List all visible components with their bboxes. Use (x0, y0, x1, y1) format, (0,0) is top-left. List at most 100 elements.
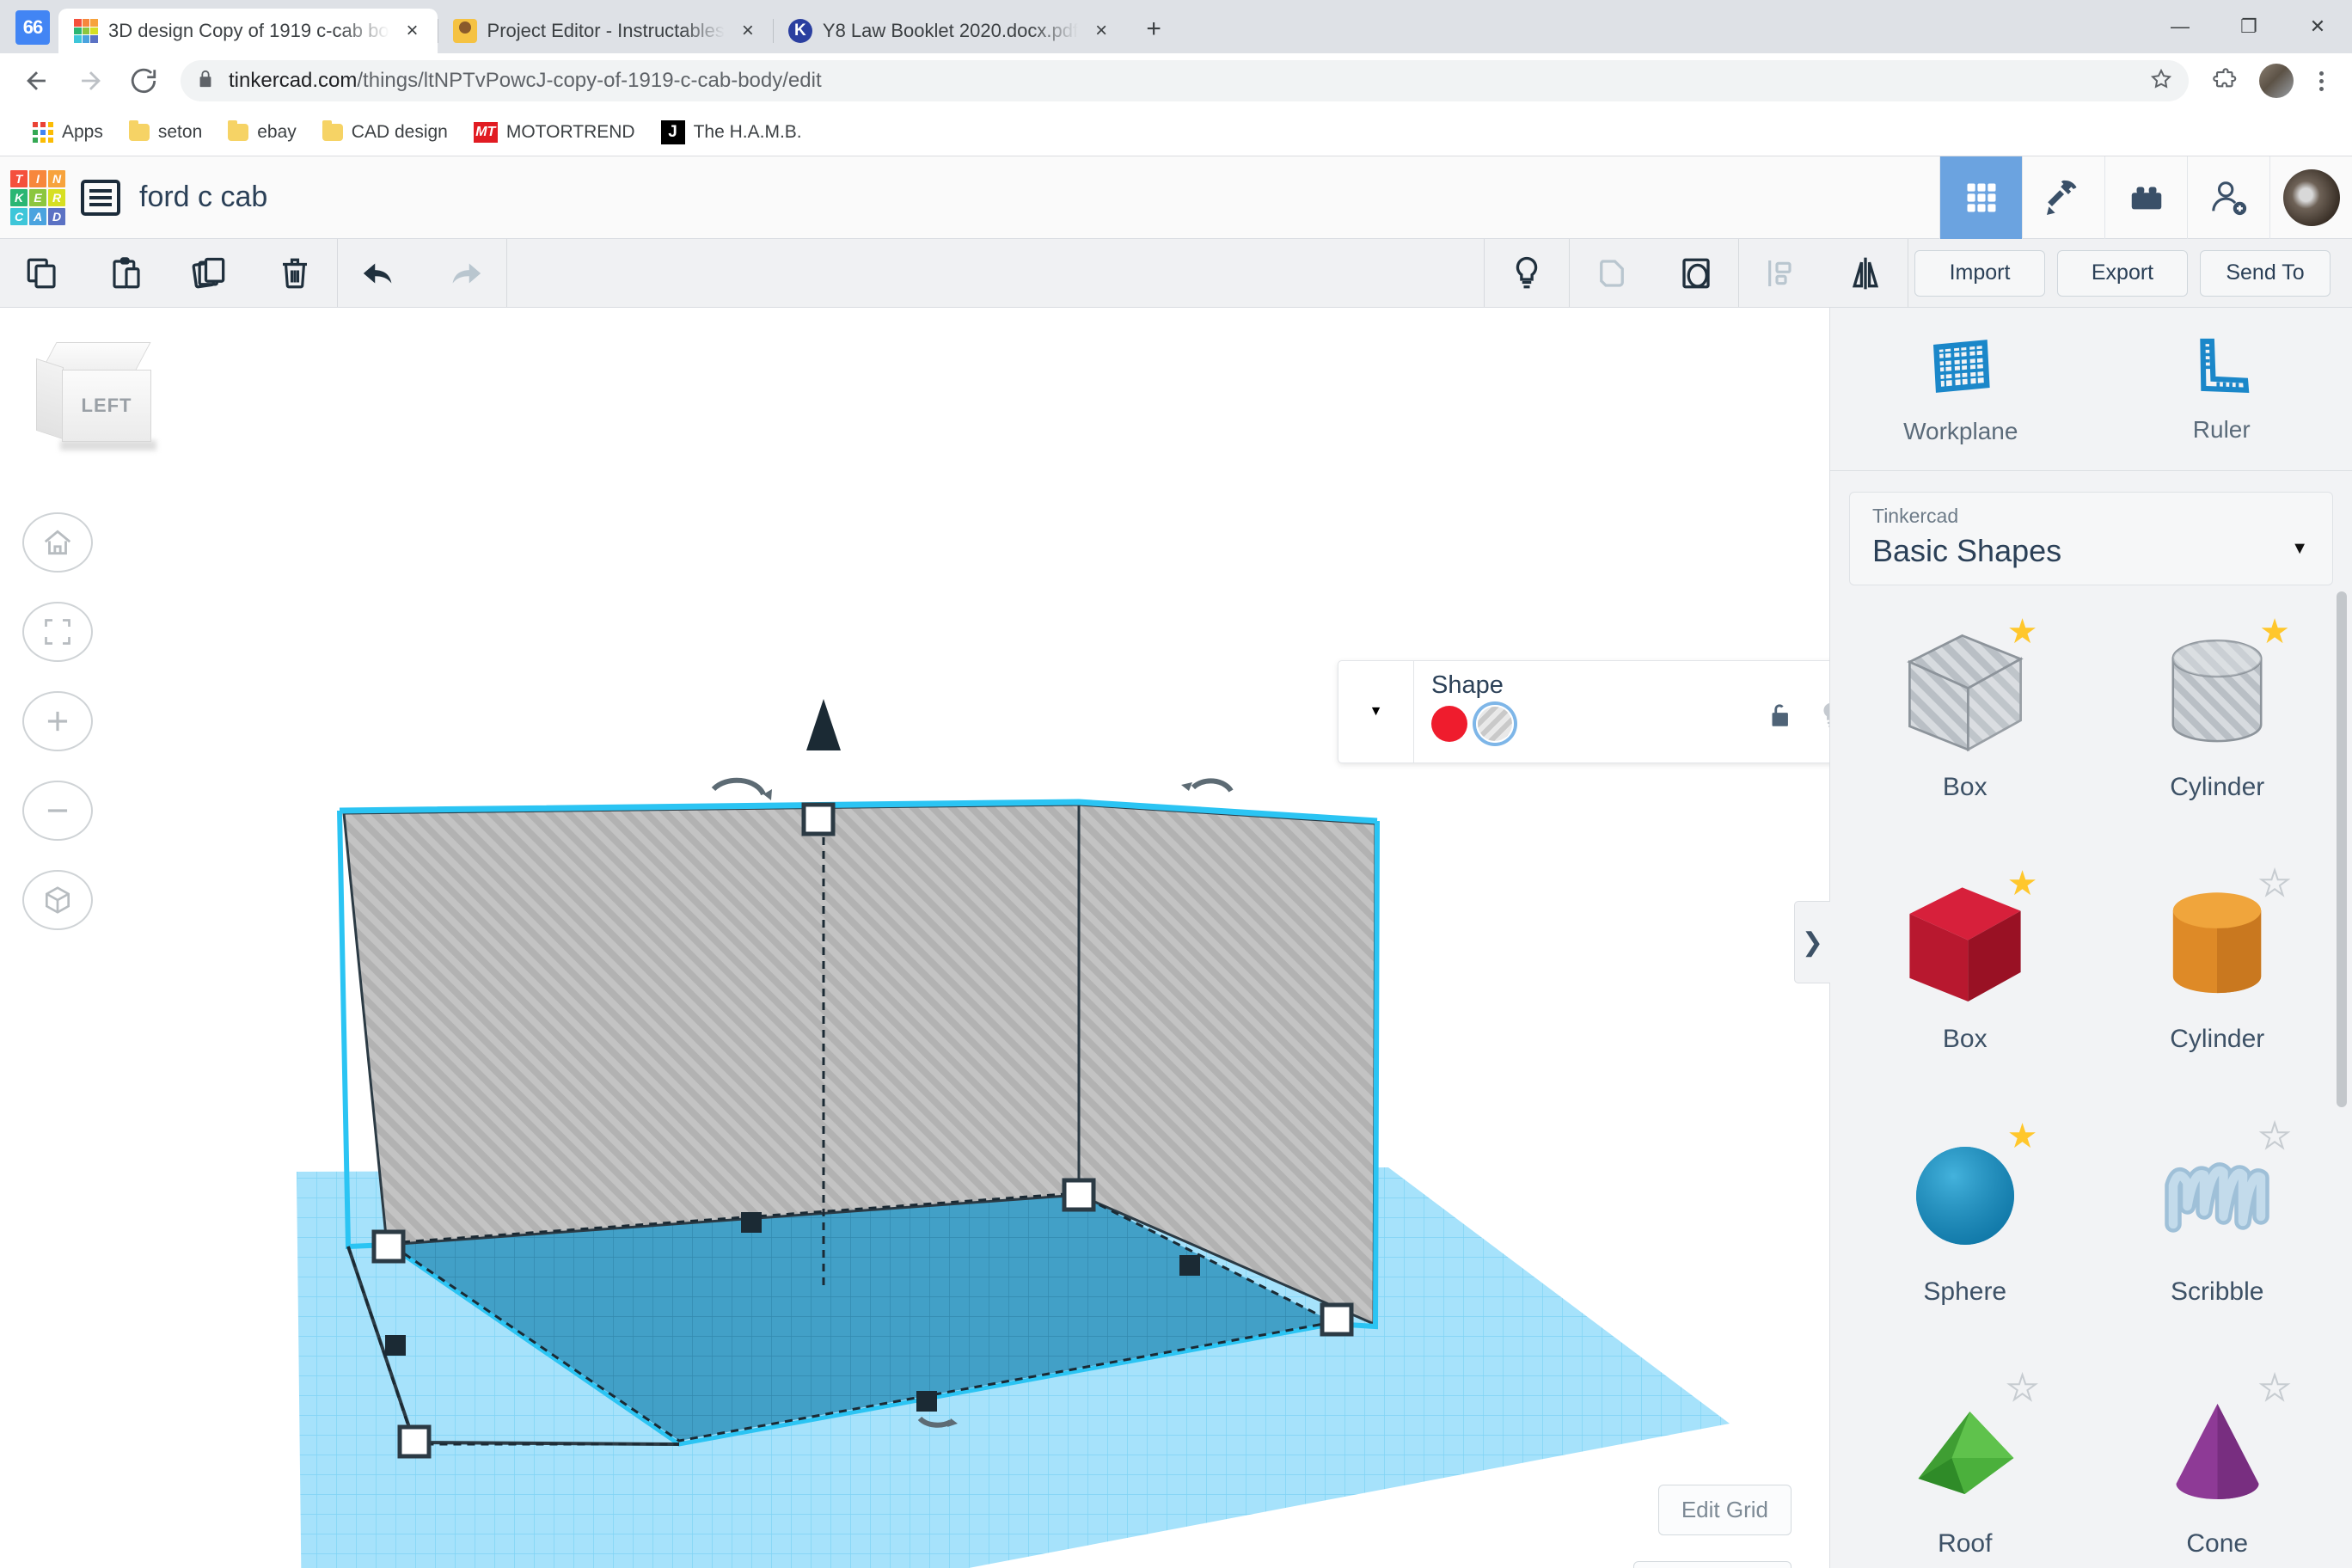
view-cube-front-face[interactable]: LEFT (62, 370, 151, 442)
window-minimize-button[interactable]: — (2146, 0, 2214, 53)
clipboard-group (0, 239, 337, 307)
favorite-star-icon[interactable]: ★ (2007, 867, 2038, 901)
rotate-arrow-bottom (947, 1418, 958, 1427)
bookmark-ebay[interactable]: ebay (217, 117, 307, 148)
delete-button[interactable] (253, 239, 337, 308)
bookmark-apps[interactable]: Apps (22, 117, 113, 148)
codeblocks-pickaxe-icon[interactable] (2022, 156, 2104, 239)
window-maximize-button[interactable]: ❐ (2214, 0, 2283, 53)
favorite-star-icon[interactable]: ★ (2259, 615, 2290, 649)
solid-color-swatch[interactable] (1431, 706, 1467, 742)
lightbulb-icon[interactable] (1816, 701, 1829, 734)
reload-button[interactable] (119, 56, 168, 106)
shape-panel-scrollbar[interactable] (2337, 591, 2347, 1107)
fit-view-button[interactable] (22, 602, 93, 662)
bookmark-star-icon[interactable] (2149, 67, 2173, 95)
rotate-arc-left (711, 777, 766, 796)
home-view-button[interactable] (22, 512, 93, 573)
invite-person-icon[interactable] (2187, 156, 2269, 239)
tab-close-button[interactable]: × (1088, 18, 1114, 44)
forward-button[interactable] (65, 56, 115, 106)
url-path: /things/ltNPTvPowcJ-copy-of-1919-c-cab-b… (357, 69, 822, 92)
cylinder-orange-art (2092, 861, 2344, 1025)
extensions-icon[interactable] (2201, 56, 2251, 106)
align-mirror-group (1739, 239, 1908, 307)
shape-item-sphere[interactable]: ★ Sphere (1839, 1114, 2092, 1346)
extension-badge[interactable]: 66 (15, 10, 50, 45)
shape-inspector-panel[interactable]: ▼ Shape (1338, 660, 1829, 763)
paste-button[interactable] (84, 239, 168, 308)
bookmark-seton[interactable]: seton (119, 117, 212, 148)
zoom-in-button[interactable] (22, 691, 93, 751)
ortho-perspective-button[interactable] (22, 870, 93, 930)
bookmark-label: The H.A.M.B. (693, 121, 802, 142)
panel-collapse-button[interactable]: ❯ (1794, 901, 1830, 983)
mirror-button[interactable] (1823, 239, 1908, 308)
tinkercad-logo-icon[interactable]: T I N K E R C A D (10, 169, 65, 225)
shape-item-scribble[interactable]: ★ Scribble (2092, 1114, 2344, 1346)
browser-tab-1[interactable]: 3D design Copy of 1919 c-cab bo × (58, 9, 438, 53)
browser-tab-2[interactable]: Project Editor - Instructables × (437, 9, 773, 53)
copy-button[interactable] (0, 239, 84, 308)
export-button[interactable]: Export (2057, 249, 2188, 297)
workplane-tool[interactable]: Workplane (1849, 333, 2073, 445)
group-button[interactable] (1654, 239, 1738, 308)
shape-item-cylinder-hole[interactable]: ★ Cylinder (2092, 609, 2344, 842)
duplicate-button[interactable] (168, 239, 253, 308)
user-avatar[interactable] (2269, 156, 2352, 239)
3d-viewport[interactable]: LEFT ▼ Shape Edit Grid (0, 308, 1829, 1568)
ruler-label: Ruler (2192, 416, 2251, 443)
unlocked-padlock-icon[interactable] (1765, 701, 1794, 734)
gallery-grid-icon[interactable] (1939, 156, 2022, 239)
instructables-favicon-icon (452, 19, 477, 43)
favorite-star-icon[interactable]: ★ (2258, 866, 2291, 902)
snap-grid-select[interactable]: 0.1 mm ▲ (1633, 1561, 1792, 1568)
lightbulb-icon[interactable] (1485, 239, 1569, 308)
shape-grid: ★ Box ★ Cylinder ★ Box ★ Cylinder ★ Sphe… (1830, 594, 2352, 1568)
browser-profile-avatar[interactable] (2259, 64, 2294, 98)
url-bar[interactable]: tinkercad.com/things/ltNPTvPowcJ-copy-of… (181, 60, 2189, 101)
shape-item-cone[interactable]: ★ Cone (2092, 1366, 2344, 1568)
selection-outline-right (1333, 820, 1380, 1330)
brick-icon[interactable] (2104, 156, 2187, 239)
bookmark-label: ebay (257, 121, 297, 142)
shape-item-cylinder-orange[interactable]: ★ Cylinder (2092, 861, 2344, 1093)
ruler-tool[interactable]: Ruler (2110, 334, 2333, 444)
height-arrow-icon (806, 699, 841, 750)
favorite-star-icon[interactable]: ★ (2258, 1118, 2291, 1155)
shape-panel-collapse-caret[interactable]: ▼ (1338, 661, 1414, 763)
favorite-star-icon[interactable]: ★ (2258, 1370, 2291, 1406)
browser-tab-3[interactable]: K Y8 Law Booklet 2020.docx.pdf × (772, 9, 1127, 53)
favorite-star-icon[interactable]: ★ (2007, 615, 2038, 649)
back-button[interactable] (12, 56, 62, 106)
favorite-star-icon[interactable]: ★ (2006, 1370, 2039, 1406)
browser-menu-button[interactable] (2302, 56, 2340, 106)
shape-item-box-hole[interactable]: ★ Box (1839, 609, 2092, 842)
redo-button[interactable] (422, 239, 506, 308)
send-to-button[interactable]: Send To (2200, 249, 2331, 297)
bookmark-the-hamb[interactable]: J The H.A.M.B. (651, 115, 812, 150)
view-cube[interactable]: LEFT (33, 342, 162, 454)
import-button[interactable]: Import (1914, 249, 2045, 297)
tab-close-button[interactable]: × (400, 18, 426, 44)
design-list-icon[interactable] (81, 179, 120, 216)
shape-library-select[interactable]: Tinkercad Basic Shapes ▼ (1849, 492, 2333, 585)
zoom-out-button[interactable] (22, 781, 93, 841)
align-button[interactable] (1739, 239, 1823, 308)
ungroup-button[interactable] (1570, 239, 1654, 308)
tab-close-button[interactable]: × (735, 18, 761, 44)
view-cube-side-face[interactable] (36, 358, 64, 440)
new-tab-button[interactable]: + (1133, 9, 1174, 50)
shape-back-wall (342, 803, 1081, 1246)
cone-purple-art (2092, 1366, 2344, 1529)
hole-swatch[interactable] (1476, 705, 1514, 743)
shape-item-roof[interactable]: ★ Roof (1839, 1366, 2092, 1568)
shape-item-box-red[interactable]: ★ Box (1839, 861, 2092, 1093)
window-close-button[interactable]: ✕ (2283, 0, 2352, 53)
bookmark-cad-design[interactable]: CAD design (312, 117, 458, 148)
bookmark-motortrend[interactable]: MT MOTORTREND (463, 117, 646, 148)
undo-button[interactable] (338, 239, 422, 308)
page-title[interactable]: ford c cab (139, 181, 267, 214)
edit-grid-button[interactable]: Edit Grid (1657, 1485, 1792, 1535)
favorite-star-icon[interactable]: ★ (2007, 1119, 2038, 1154)
